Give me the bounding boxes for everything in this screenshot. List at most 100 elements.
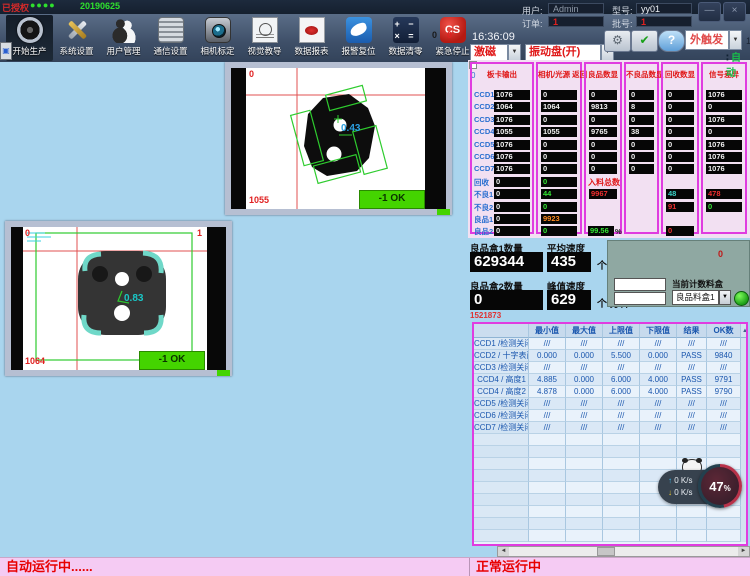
- scroll-track[interactable]: [509, 547, 738, 556]
- stats-section: 良品盒1数量 平均速度 629344 435 个/分钟 良品盒2数量 峰值速度 …: [468, 238, 750, 322]
- camera-view-1[interactable]: 0 1055 0.43 -1 OK: [225, 62, 452, 215]
- panel-value-c2-r8: 9967: [589, 189, 617, 199]
- results-cell: [529, 458, 566, 470]
- toolbar-button-label: 相机标定: [200, 45, 234, 57]
- results-row-label: [474, 482, 529, 494]
- results-table: 最小值最大值上限值下限值结果OK数▲CCD1 /检测关闭////////////…: [472, 322, 748, 546]
- panel-column-4: 回收数显000000048910: [661, 62, 699, 234]
- table-scrollbar: [741, 374, 748, 386]
- scroll-right-arrow[interactable]: ►: [738, 547, 749, 556]
- results-cell: [566, 446, 603, 458]
- confirm-button[interactable]: ✔: [631, 30, 658, 52]
- panel-value-c2-r2: 0: [589, 115, 617, 125]
- results-cell: [529, 446, 566, 458]
- trigger-select[interactable]: 外触发: [685, 30, 729, 50]
- panel-value-c2-r6: 0: [589, 164, 617, 174]
- panel-value-c4-r5: 0: [666, 152, 694, 162]
- toolbar-button-camera[interactable]: 相机标定: [194, 15, 241, 61]
- toolbar-button-calc[interactable]: + −× =数据清零: [382, 15, 429, 61]
- results-row-label: CCD4 / 高度2: [474, 386, 529, 398]
- results-row: CCD3 /检测关闭//////////////////: [474, 362, 746, 374]
- settings-gear-button[interactable]: ⚙: [604, 30, 631, 52]
- total-count: 1521873: [470, 311, 501, 320]
- camera-view-2[interactable]: 0 1 1064 0.83 -1 OK: [5, 221, 232, 376]
- magnetize-select[interactable]: 激磁: [470, 44, 508, 61]
- results-cell: [707, 446, 741, 458]
- toolbar-button-report[interactable]: 数据报表: [288, 15, 335, 61]
- results-row-label: CCD5 /检测关闭: [474, 398, 529, 410]
- panel-value-c1-r7: 0: [541, 177, 577, 187]
- toolbar-button-alarm[interactable]: 报警复位: [335, 15, 382, 61]
- results-cell: [603, 446, 640, 458]
- toolbar-button-users[interactable]: 用户管理: [100, 15, 147, 61]
- results-empty-row: [474, 530, 746, 542]
- results-row-label: [474, 530, 529, 542]
- results-cell: [640, 530, 677, 542]
- hopper-input-2[interactable]: [614, 292, 666, 305]
- camera2-corner-right-value: 1: [197, 228, 202, 238]
- results-cell: ///: [566, 338, 603, 350]
- panel-value-c4-r2: 0: [666, 115, 694, 125]
- hopper-select-arrow[interactable]: ▼: [719, 290, 731, 305]
- scroll-left-arrow[interactable]: ◄: [498, 547, 509, 556]
- results-cell: 9840: [707, 350, 741, 362]
- table-scrollbar: [741, 446, 748, 458]
- results-cell: ///: [603, 338, 640, 350]
- mini-window-icon[interactable]: ▣: [0, 42, 12, 60]
- hopper-select[interactable]: 良品料盒1: [672, 290, 719, 305]
- results-cell: [603, 482, 640, 494]
- check-icon: ✔: [639, 33, 649, 47]
- results-cell: ///: [640, 362, 677, 374]
- panel-value-c4-r11: 0: [666, 226, 694, 236]
- camera2-ok-badge: -1 OK: [139, 351, 205, 370]
- results-cell: [529, 434, 566, 446]
- results-cell: ///: [603, 362, 640, 374]
- table-hscrollbar[interactable]: ◄ ►: [497, 546, 750, 557]
- results-cell: ///: [677, 422, 707, 434]
- panel-value-c3-r5: 0: [629, 152, 654, 162]
- panel-value-c1-r4: 0: [541, 140, 577, 150]
- percent-sign: %: [724, 484, 731, 493]
- camera2-image: 0 1 1064 0.83 -1 OK: [11, 227, 226, 370]
- panel-value-c4-r3: 0: [666, 127, 694, 137]
- results-header-cell: 下限值: [640, 324, 677, 338]
- net-monitor-widget[interactable]: ↑ 0 K/s ↓ 0 K/s 47%: [658, 462, 742, 510]
- hopper-status-led: [734, 291, 749, 306]
- panel-row-label: CCD1: [474, 90, 494, 99]
- results-row-label: [474, 518, 529, 530]
- toolbar-button-tools[interactable]: 系统设置: [53, 15, 100, 61]
- box2-count-value: 0: [470, 290, 543, 310]
- upload-arrow-icon: ↑: [668, 476, 672, 485]
- hopper-input-1[interactable]: [614, 278, 666, 291]
- status-right: 正常运行中: [470, 558, 750, 576]
- scroll-thumb[interactable]: [597, 547, 615, 556]
- server-icon: [158, 17, 184, 43]
- minimize-button[interactable]: —: [698, 2, 721, 22]
- toolbar-button-wheel[interactable]: 开始生产: [6, 15, 53, 61]
- camera2-status-tab: [217, 370, 230, 376]
- panel-inline-label: 入料总数: [588, 177, 620, 188]
- panel-row-label: CCD2: [474, 102, 494, 111]
- results-row-label: CCD1 /检测关闭: [474, 338, 529, 350]
- toolbar-button-server[interactable]: 通信设置: [147, 15, 194, 61]
- results-cell: 4.878: [529, 386, 566, 398]
- help-button[interactable]: ?: [658, 30, 685, 52]
- close-button[interactable]: ×: [723, 2, 746, 22]
- panel-value-c5-r2: 1076: [706, 115, 742, 125]
- memory-gauge[interactable]: 47%: [698, 464, 742, 508]
- panel-value-c0-r0: 1076: [494, 90, 530, 100]
- results-cell: [677, 518, 707, 530]
- counter-red: 0: [447, 30, 452, 40]
- table-scrollbar: [741, 398, 748, 410]
- results-cell: PASS: [677, 374, 707, 386]
- trigger-select-arrow[interactable]: ▼: [729, 30, 742, 50]
- panel-value-c4-r0: 0: [666, 90, 694, 100]
- toolbar-button-vision[interactable]: 视觉教导: [241, 15, 288, 61]
- camera1-count: 1055: [249, 195, 269, 205]
- results-cell: [566, 494, 603, 506]
- results-cell: [677, 530, 707, 542]
- hopper-select-label: 当前计数料盒: [672, 278, 723, 290]
- toolbar-button-label: 数据报表: [294, 45, 328, 57]
- upload-speed: 0 K/s: [674, 476, 692, 485]
- table-scroll-up-icon[interactable]: ▲: [741, 324, 748, 338]
